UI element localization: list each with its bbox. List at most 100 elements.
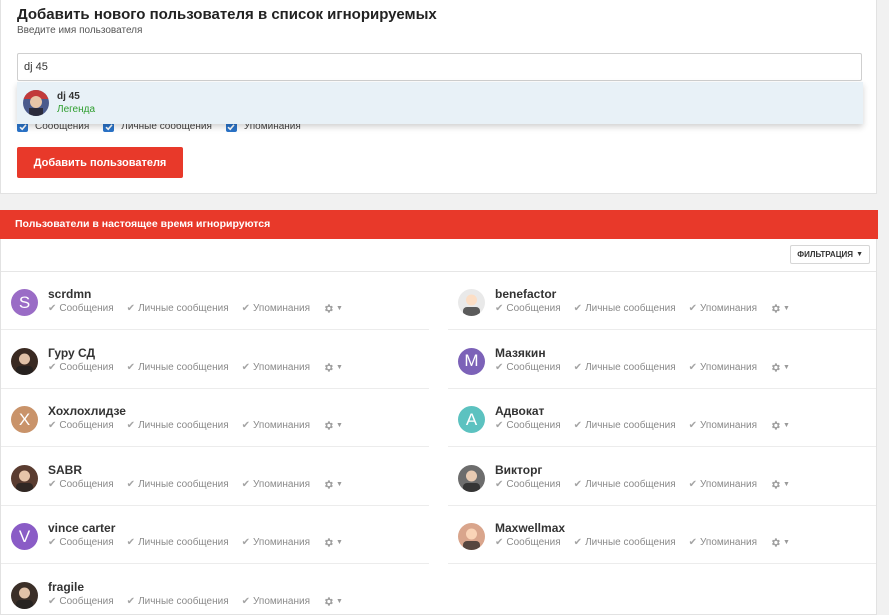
avatar-letter: М [464,351,479,371]
gear-icon [771,538,780,548]
user-avatar[interactable]: Х [11,406,38,434]
checkmark-icon: ✔ [126,537,136,549]
user-ignore-option[interactable]: ✔ Личные сообщения [127,537,229,548]
add-user-button[interactable]: Добавить пользователя [17,147,183,178]
user-ignore-options: ✔ Сообщения ✔ Личные сообщения ✔ Упоминания ▼ [48,596,343,607]
user-ignore-option[interactable]: ✔ Сообщения [495,362,561,373]
user-settings-dropdown[interactable]: ▼ [323,362,343,373]
user-name-link[interactable]: Хохлохлидзе [48,404,126,418]
user-ignore-option[interactable]: ✔ Упоминания [689,362,757,373]
user-ignore-option[interactable]: ✔ Личные сообщения [127,362,229,373]
user-ignore-options: ✔ Сообщения ✔ Личные сообщения ✔ Упоминания ▼ [48,303,343,314]
user-ignore-option[interactable]: ✔ Упоминания [242,420,310,431]
checkmark-icon: ✔ [495,478,504,490]
user-ignore-option[interactable]: ✔ Сообщения [495,420,561,431]
user-ignore-option-label: Упоминания [700,537,757,549]
username-input[interactable] [17,53,862,81]
user-avatar[interactable] [458,523,485,551]
gear-icon [771,421,780,430]
user-avatar[interactable] [458,289,485,316]
user-name-link[interactable]: vince carter [48,521,115,535]
user-ignore-option[interactable]: ✔ Личные сообщения [574,479,676,490]
user-ignore-option[interactable]: ✔ Упоминания [689,420,757,431]
filter-dropdown-button[interactable]: ФИЛЬТРАЦИЯ ▼ [790,245,870,264]
user-ignore-options: ✔ Сообщения ✔ Личные сообщения ✔ Упоминания ▼ [495,420,790,431]
user-settings-dropdown[interactable]: ▼ [770,537,790,548]
user-name-link[interactable]: benefactor [495,287,556,301]
ignored-user-row: benefactor ✔ Сообщения ✔ Личные сообщения ✔ Уп… [448,272,876,330]
user-ignore-option-label: Личные сообщения [585,303,676,314]
ignored-user-row: fragile ✔ Сообщения ✔ Личные сообщения ✔ Упоми… [1,565,429,615]
user-settings-dropdown[interactable]: ▼ [770,362,790,373]
user-settings-dropdown[interactable]: ▼ [770,420,790,431]
user-avatar[interactable]: S [11,289,38,316]
user-ignore-option[interactable]: ✔ Упоминания [689,303,757,314]
user-avatar[interactable]: А [458,406,485,434]
user-ignore-options: ✔ Сообщения ✔ Личные сообщения ✔ Упоминания ▼ [48,420,343,431]
user-avatar[interactable]: М [458,347,485,375]
user-name-link[interactable]: Мазякин [495,346,546,360]
user-ignore-option[interactable]: ✔ Личные сообщения [574,362,676,373]
user-settings-dropdown[interactable]: ▼ [323,596,343,607]
user-settings-dropdown[interactable]: ▼ [323,303,343,314]
user-ignore-option[interactable]: ✔ Сообщения [48,537,114,548]
user-avatar[interactable] [11,464,38,492]
ignored-user-row: А Адвокат ✔ Сообщения ✔ Личные сообщения ✔ Упом… [448,389,876,448]
user-ignore-option[interactable]: ✔ Сообщения [48,479,114,490]
autocomplete-suggestion[interactable]: dj 45 Легенда [17,82,863,124]
checkmark-icon: ✔ [688,537,698,549]
user-ignore-option[interactable]: ✔ Личные сообщения [127,303,229,314]
checkmark-icon: ✔ [241,537,251,549]
user-ignore-option[interactable]: ✔ Личные сообщения [127,596,229,607]
user-ignore-option[interactable]: ✔ Личные сообщения [574,537,676,548]
user-ignore-option[interactable]: ✔ Упоминания [242,479,310,490]
user-ignore-option[interactable]: ✔ Личные сообщения [127,479,229,490]
user-settings-dropdown[interactable]: ▼ [323,420,343,431]
user-ignore-option[interactable]: ✔ Упоминания [242,362,310,373]
user-ignore-option[interactable]: ✔ Упоминания [242,537,310,548]
user-name-link[interactable]: Викторг [495,463,542,477]
user-ignore-option[interactable]: ✔ Личные сообщения [574,420,676,431]
user-ignore-option[interactable]: ✔ Сообщения [495,303,561,314]
user-ignore-option[interactable]: ✔ Упоминания [242,303,310,314]
user-ignore-option[interactable]: ✔ Сообщения [48,596,114,607]
user-ignore-option[interactable]: ✔ Личные сообщения [574,303,676,314]
user-name-link[interactable]: scrdmn [48,287,91,301]
user-settings-dropdown[interactable]: ▼ [323,537,343,548]
checkmark-icon: ✔ [688,303,698,314]
user-ignore-option[interactable]: ✔ Личные сообщения [127,420,229,431]
user-ignore-option[interactable]: ✔ Сообщения [495,537,561,548]
user-ignore-option[interactable]: ✔ Сообщения [48,303,114,314]
user-ignore-option-label: Упоминания [253,596,310,607]
user-ignore-option-label: Сообщения [59,303,114,314]
user-name-link[interactable]: Maxwellmax [495,521,565,535]
user-ignore-option-label: Личные сообщения [138,596,229,607]
user-ignore-option-label: Упоминания [700,478,757,490]
user-name-link[interactable]: Адвокат [495,404,544,418]
user-avatar[interactable] [458,464,485,492]
user-avatar[interactable] [11,347,38,375]
checkmark-icon: ✔ [48,361,57,373]
user-ignore-option[interactable]: ✔ Упоминания [242,596,310,607]
user-name-link[interactable]: SABR [48,463,82,477]
user-avatar[interactable] [11,582,38,609]
user-name-link[interactable]: Гуру СД [48,346,95,360]
user-ignore-option-label: Упоминания [700,361,757,373]
ignored-user-row: Х Хохлохлидзе ✔ Сообщения ✔ Личные сообщения ✔… [1,389,429,448]
user-ignore-option[interactable]: ✔ Сообщения [48,420,114,431]
user-name-link[interactable]: fragile [48,580,84,594]
user-ignore-options: ✔ Сообщения ✔ Личные сообщения ✔ Упоминания ▼ [48,537,343,548]
user-ignore-option[interactable]: ✔ Сообщения [495,479,561,490]
user-ignore-option-label: Сообщения [59,361,114,373]
user-settings-dropdown[interactable]: ▼ [770,479,790,490]
user-settings-dropdown[interactable]: ▼ [323,479,343,490]
user-avatar[interactable]: V [11,523,38,551]
caret-down-icon: ▼ [782,305,790,312]
user-settings-dropdown[interactable]: ▼ [770,303,790,314]
checkmark-icon: ✔ [573,420,583,432]
add-user-description: Введите имя пользователя [17,25,143,36]
user-ignore-option[interactable]: ✔ Сообщения [48,362,114,373]
caret-down-icon: ▼ [856,251,863,258]
user-ignore-option[interactable]: ✔ Упоминания [689,537,757,548]
user-ignore-option[interactable]: ✔ Упоминания [689,479,757,490]
